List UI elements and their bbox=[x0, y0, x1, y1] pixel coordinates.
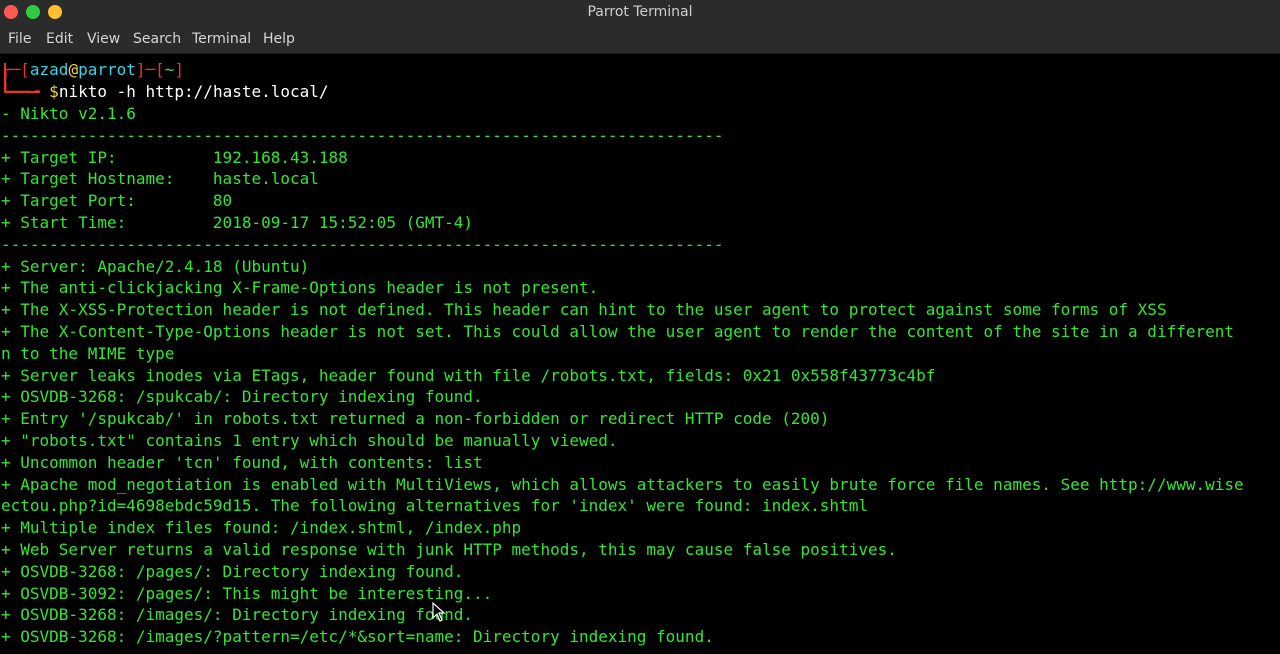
mouse-pointer-icon bbox=[432, 602, 446, 622]
command-text: nikto -h http://haste.local/ bbox=[58, 82, 329, 101]
output-line: + Entry '/spukcab/' in robots.txt return… bbox=[1, 409, 830, 429]
output-line: + Target Hostname: haste.local bbox=[1, 169, 319, 189]
prompt-dollar: $ bbox=[49, 82, 59, 101]
output-line: ectou.php?id=4698ebdc59d15. The followin… bbox=[1, 496, 868, 516]
output-line: + Server: Apache/2.4.18 (Ubuntu) bbox=[1, 256, 310, 276]
output-line: n to the MIME type bbox=[1, 343, 175, 363]
menu-edit[interactable]: Edit bbox=[46, 31, 73, 47]
prompt-user: azad bbox=[29, 60, 69, 79]
output-line: + Server leaks inodes via ETags, header … bbox=[1, 365, 936, 385]
output-line: + The X-Content-Type-Options header is n… bbox=[1, 322, 1234, 341]
terminal-output-area[interactable]: ┌─[azad@parrot]─[~] └──╼ $nikto -h http:… bbox=[0, 54, 1280, 654]
menu-search[interactable]: Search bbox=[133, 31, 181, 47]
menu-view[interactable]: View bbox=[87, 31, 120, 47]
window-titlebar: Parrot Terminal bbox=[0, 0, 1280, 26]
output-line: ----------------------------------------… bbox=[1, 234, 724, 254]
menu-help[interactable]: Help bbox=[263, 31, 295, 47]
output-line: + Target Port: 80 bbox=[1, 191, 233, 211]
output-line: + OSVDB-3092: /pages/: This might be int… bbox=[1, 583, 493, 603]
menu-bar: File Edit View Search Terminal Help bbox=[0, 26, 1280, 54]
prompt-sep: ]─[ bbox=[135, 60, 165, 79]
prompt-line: ┌─[azad@parrot]─[~] bbox=[1, 59, 184, 81]
output-line: + Web Server returns a valid response wi… bbox=[1, 540, 897, 559]
menu-file[interactable]: File bbox=[8, 31, 31, 47]
prompt-close: ] bbox=[174, 60, 185, 79]
output-line: ----------------------------------------… bbox=[1, 125, 724, 145]
prompt-host: parrot bbox=[78, 60, 136, 79]
output-line: + "robots.txt" contains 1 entry which sh… bbox=[1, 431, 618, 450]
output-line: + OSVDB-3268: /pages/: Directory indexin… bbox=[1, 561, 464, 581]
output-line: + Multiple index files found: /index.sht… bbox=[1, 518, 522, 538]
output-line: + The anti-clickjacking X-Frame-Options … bbox=[1, 278, 599, 298]
output-line: + OSVDB-3268: /images/?pattern=/etc/*&so… bbox=[1, 627, 714, 647]
output-line: + OSVDB-3268: /images/: Directory indexi… bbox=[1, 605, 474, 625]
menu-terminal[interactable]: Terminal bbox=[192, 31, 251, 47]
output-line: + Target IP: 192.168.43.188 bbox=[1, 147, 348, 167]
output-line: + Apache mod_negotiation is enabled with… bbox=[1, 474, 1244, 494]
command-line: └──╼ $nikto -h http://haste.local/ bbox=[1, 81, 329, 103]
output-line: - Nikto v2.1.6 bbox=[1, 104, 136, 123]
prompt-at: @ bbox=[68, 60, 79, 79]
output-line: + Uncommon header 'tcn' found, with cont… bbox=[1, 452, 483, 472]
output-line: + Start Time: 2018-09-17 15:52:05 (GMT-4… bbox=[1, 213, 474, 232]
prompt-open: ┌─[ bbox=[1, 60, 30, 79]
output-line: + OSVDB-3268: /spukcab/: Directory index… bbox=[1, 387, 483, 407]
output-line: + The X-XSS-Protection header is not def… bbox=[1, 300, 1167, 320]
window-title: Parrot Terminal bbox=[587, 4, 693, 20]
prompt-arrow: └──╼ bbox=[1, 82, 50, 101]
prompt-dir: ~ bbox=[164, 60, 175, 79]
